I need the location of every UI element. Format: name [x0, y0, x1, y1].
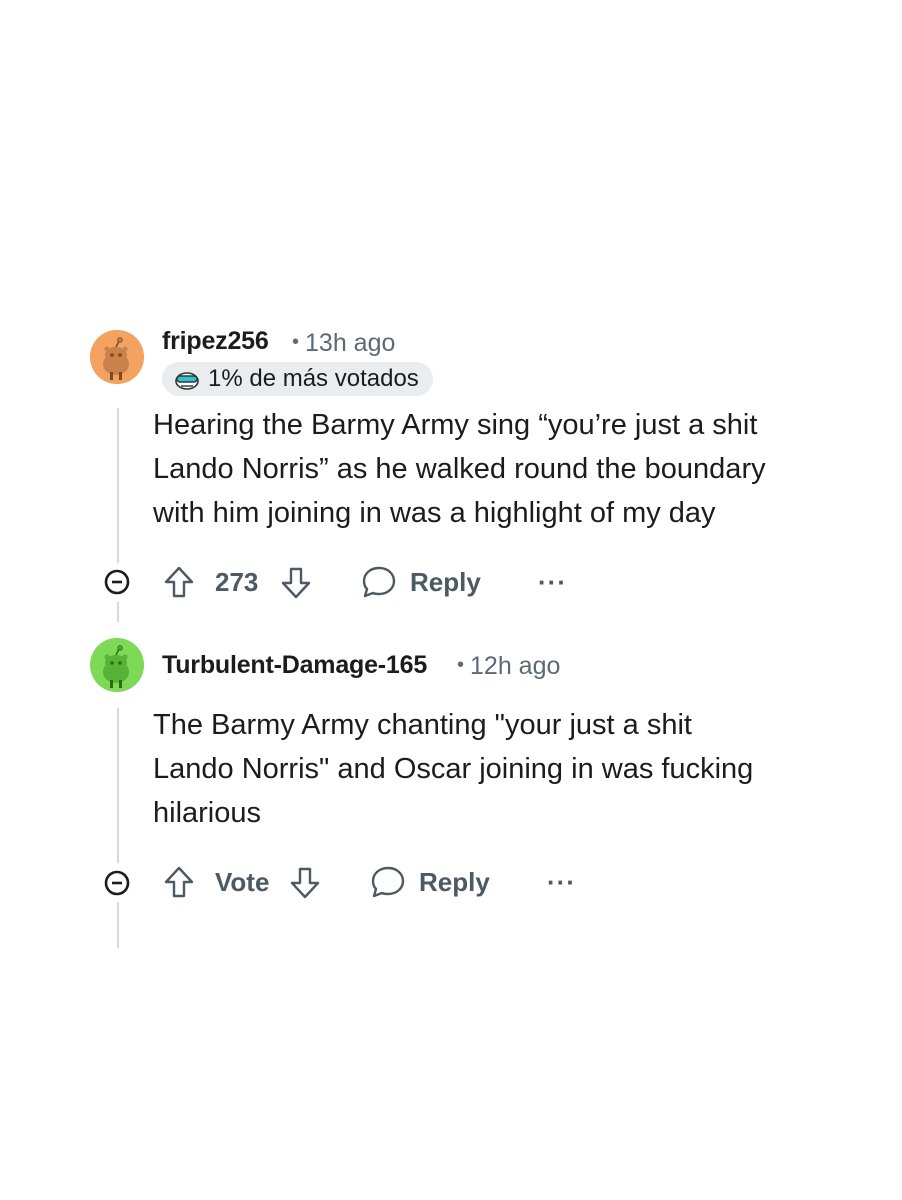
minus-circle-icon[interactable]	[104, 870, 130, 896]
speech-bubble-icon[interactable]	[370, 865, 406, 899]
snoo-avatar-icon	[90, 638, 144, 692]
thread-line[interactable]	[117, 708, 119, 863]
arrow-down-icon[interactable]	[289, 866, 321, 900]
comment-body-line: hilarious	[153, 797, 261, 829]
comment-body-line: The Barmy Army chanting "your just a shi…	[153, 709, 692, 741]
comment-body-line: Lando Norris" and Oscar joining in was f…	[153, 753, 754, 785]
thread-line-lower	[117, 902, 119, 948]
vote-label: Vote	[215, 867, 270, 897]
separator-dot: •	[457, 654, 465, 676]
timestamp: • 12h ago	[457, 652, 560, 681]
comment-body: The Barmy Army chanting "your just a shi…	[153, 703, 753, 835]
more-options-button[interactable]: ···	[547, 867, 576, 898]
time-text: 12h ago	[470, 652, 561, 680]
reply-button[interactable]: Reply	[419, 867, 490, 898]
comment-turbulent-damage-165: Turbulent-Damage-165 • 12h ago The Barmy …	[0, 0, 902, 960]
arrow-up-icon[interactable]	[163, 865, 195, 899]
avatar[interactable]	[90, 638, 144, 692]
username[interactable]: Turbulent-Damage-165	[162, 651, 427, 680]
